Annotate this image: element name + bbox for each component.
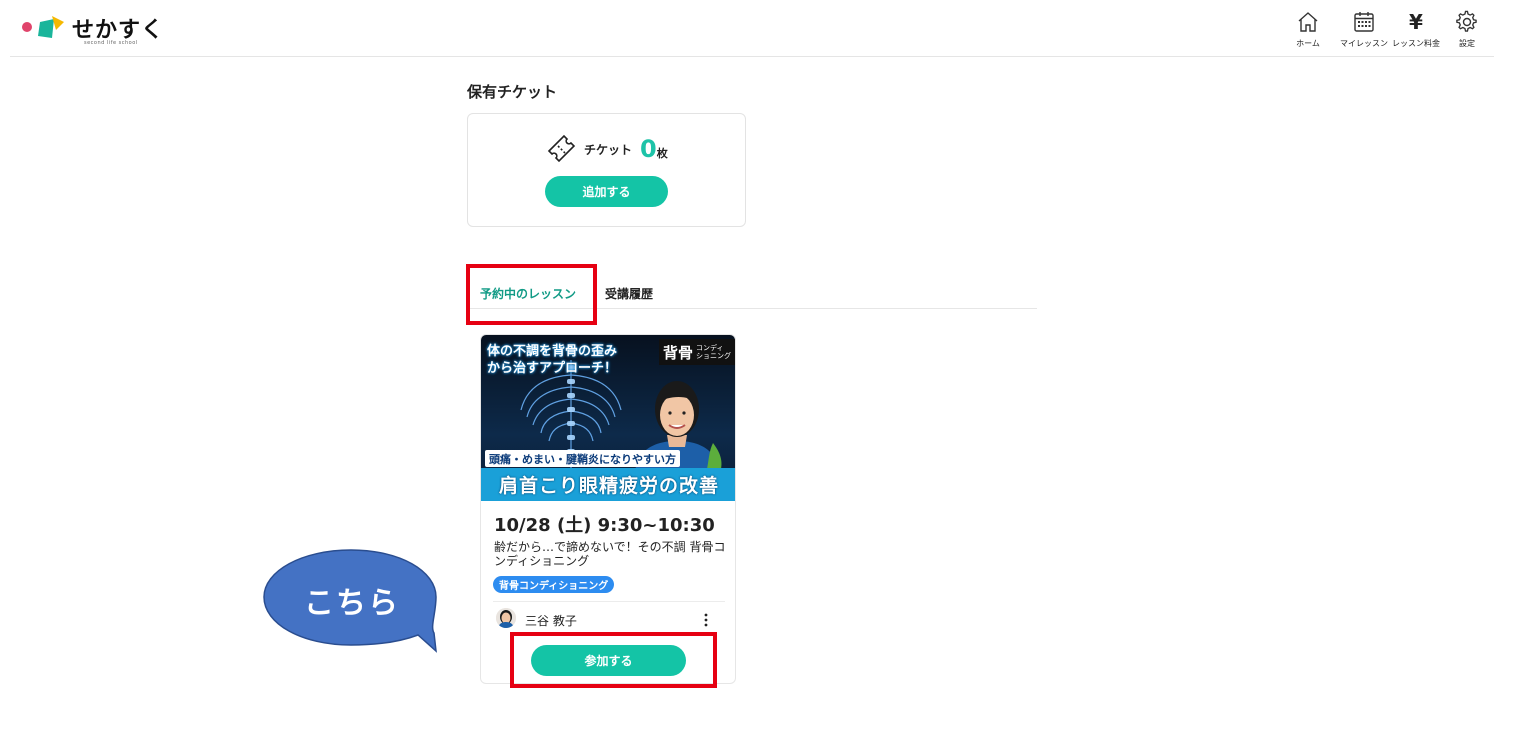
lesson-tag[interactable]: 背骨コンディショニング (493, 576, 615, 593)
ticket-unit: 枚 (656, 147, 668, 160)
app-header: せかすく second life school ホーム マイレッスン ¥ レッス… (0, 0, 1516, 57)
thumbnail-sub-banner: 頭痛・めまい・腱鞘炎になりやすい方 (485, 450, 680, 467)
thumbnail-main-banner: 肩首こり眼精疲労の改善 (481, 468, 735, 501)
thumbnail-brand-sub-line2: ショニング (696, 352, 731, 360)
yen-icon: ¥ (1409, 10, 1423, 34)
lesson-date: 10/28 (土) 9:30~10:30 (494, 515, 715, 536)
thumbnail-brand-sub: コンディ ショニング (696, 344, 731, 360)
gear-icon (1456, 10, 1477, 32)
highlight-box-tab (466, 264, 597, 325)
logo[interactable]: せかすく second life school (20, 12, 170, 46)
nav-home-label: ホーム (1296, 39, 1320, 48)
ticket-icon (547, 134, 576, 163)
header-divider (10, 56, 1494, 57)
highlight-box-join (510, 632, 717, 688)
ticket-label: チケット (584, 142, 633, 157)
ticket-summary: チケット 0 枚 (546, 134, 668, 164)
logo-mark-icon (38, 16, 64, 38)
nav-settings-label: 設定 (1459, 39, 1475, 48)
thumbnail-brand-badge: 背骨 コンディ ショニング (659, 339, 735, 365)
callout-text: こちら (304, 586, 400, 621)
more-options-icon[interactable] (703, 613, 709, 627)
logo-dot (22, 22, 32, 32)
nav-my-lessons[interactable]: マイレッスン (1340, 10, 1388, 49)
nav-lesson-price[interactable]: ¥ レッスン料金 (1392, 10, 1440, 49)
thumbnail-headline-line1: 体の不調を背骨の歪み (487, 344, 618, 359)
nav-home[interactable]: ホーム (1296, 10, 1320, 49)
nav-settings[interactable]: 設定 (1455, 10, 1479, 49)
add-ticket-button[interactable]: 追加する (545, 176, 668, 207)
home-icon (1298, 12, 1318, 32)
lesson-thumbnail[interactable]: 体の不調を背骨の歪み から治すアプローチ！ 背骨 コンディ ショニング 頭痛・め… (481, 335, 735, 501)
tab-lesson-history[interactable]: 受講履歴 (605, 285, 653, 302)
instructor-name: 三谷 教子 (525, 614, 577, 628)
thumbnail-headline-line2: から治すアプローチ！ (487, 361, 618, 376)
nav-lesson-price-label: レッスン料金 (1392, 39, 1440, 48)
avatar (496, 608, 516, 628)
lesson-title[interactable]: 齢だから…で諦めないで！その不調 背骨コンディショニング (494, 540, 726, 568)
nav-my-lessons-label: マイレッスン (1340, 39, 1388, 48)
thumbnail-headline: 体の不調を背骨の歪み から治すアプローチ！ (487, 343, 647, 377)
thumbnail-brand-sub-line1: コンディ (696, 344, 724, 352)
calendar-icon (1354, 12, 1374, 32)
logo-subtext: second life school (84, 40, 138, 46)
thumbnail-brand-main: 背骨 (662, 343, 693, 362)
card-divider (493, 601, 725, 602)
ticket-card: チケット 0 枚 追加する (467, 113, 746, 227)
ticket-count: 0 (640, 135, 657, 163)
tickets-section-title: 保有チケット (467, 83, 558, 101)
